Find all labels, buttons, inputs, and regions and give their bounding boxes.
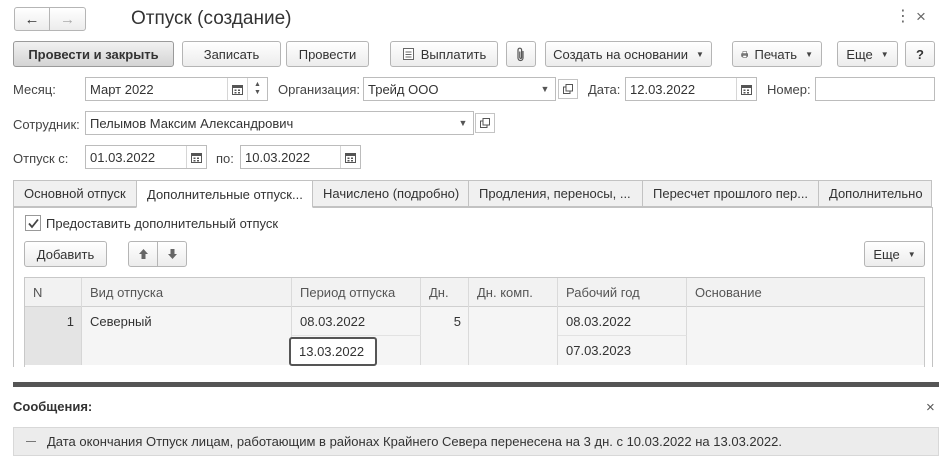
column-header-vacation-type[interactable]: Вид отпуска: [82, 278, 292, 307]
close-messages-icon[interactable]: ×: [926, 400, 935, 415]
organization-label: Организация:: [278, 82, 361, 97]
print-button[interactable]: Печать ▼: [732, 41, 822, 67]
employee-label: Сотрудник:: [13, 117, 80, 132]
pay-button[interactable]: Выплатить: [390, 41, 498, 67]
vacation-to-field[interactable]: 10.03.2022: [240, 145, 361, 169]
back-button[interactable]: ←: [14, 7, 50, 31]
comp-days-cell[interactable]: [469, 307, 558, 365]
post-and-close-button[interactable]: Провести и закрыть: [13, 41, 174, 67]
vacation-type-cell-lower: [82, 336, 292, 365]
column-header-comp-days[interactable]: Дн. комп.: [469, 278, 558, 307]
tab-recalculation[interactable]: Пересчет прошлого пер...: [642, 180, 819, 207]
vacation-type-cell[interactable]: Северный: [82, 307, 292, 336]
vacation-to-value: 10.03.2022: [245, 149, 311, 165]
dropdown-arrow-icon: ▼: [907, 249, 916, 259]
vacation-to-label: по:: [216, 151, 234, 166]
organization-value: Трейд ООО: [368, 81, 439, 97]
column-header-work-year[interactable]: Рабочий год: [558, 278, 687, 307]
post-button[interactable]: Провести: [286, 41, 369, 67]
arrow-down-icon: [167, 249, 177, 259]
basis-cell[interactable]: [687, 307, 924, 365]
spin-up-icon[interactable]: ▲: [254, 81, 261, 89]
chevron-down-icon[interactable]: ▼: [535, 78, 555, 100]
date-field[interactable]: 12.03.2022: [625, 77, 757, 101]
vacation-from-value: 01.03.2022: [90, 149, 156, 165]
tab-accrued-detailed[interactable]: Начислено (подробно): [312, 180, 469, 207]
tab-extensions-transfers[interactable]: Продления, переносы, ...: [468, 180, 643, 207]
add-row-button[interactable]: Добавить: [24, 241, 107, 267]
messages-title: Сообщения:: [13, 399, 93, 414]
days-cell-border: [421, 307, 469, 365]
window-menu-icon[interactable]: ⋮: [895, 9, 911, 25]
paperclip-icon: [517, 47, 524, 61]
tab-main-vacation[interactable]: Основной отпуск: [13, 180, 137, 207]
open-link-icon: [563, 84, 573, 94]
document-icon: [402, 48, 414, 60]
message-text: Дата окончания Отпуск лицам, работающим …: [47, 434, 782, 449]
arrow-right-icon: →: [60, 10, 75, 28]
calendar-icon[interactable]: [736, 78, 756, 100]
attach-button[interactable]: [506, 41, 536, 67]
table-row[interactable]: 1 Северный 08.03.2022 13.03.2022 5 08.03…: [25, 307, 924, 366]
arrow-up-icon: [138, 249, 148, 259]
message-collapse-icon: [26, 441, 36, 442]
calendar-icon[interactable]: [186, 146, 206, 168]
date-label: Дата:: [588, 82, 621, 97]
row-number: 1: [66, 314, 74, 329]
tab-additional[interactable]: Дополнительно: [818, 180, 932, 207]
spin-down-icon[interactable]: ▼: [254, 89, 261, 97]
create-based-on-button[interactable]: Создать на основании ▼: [545, 41, 712, 67]
column-header-days[interactable]: Дн.: [421, 278, 469, 307]
table-more-button[interactable]: Еще ▼: [864, 241, 925, 267]
dropdown-arrow-icon: ▼: [880, 49, 889, 59]
month-value: Март 2022: [90, 81, 154, 97]
period-end-cell[interactable]: 13.03.2022: [289, 337, 377, 366]
page-title: Отпуск (создание): [131, 8, 292, 29]
calendar-icon[interactable]: [227, 78, 247, 100]
chevron-down-icon[interactable]: ▼: [453, 112, 473, 134]
work-year-start-cell[interactable]: 08.03.2022: [558, 307, 687, 336]
period-start-cell[interactable]: 08.03.2022: [292, 307, 421, 336]
tab-additional-vacations[interactable]: Дополнительные отпуск...: [136, 180, 313, 208]
month-label: Месяц:: [13, 82, 56, 97]
employee-field[interactable]: Пелымов Максим Александрович ▼: [85, 111, 474, 135]
dropdown-arrow-icon: ▼: [805, 49, 813, 59]
date-value: 12.03.2022: [630, 81, 696, 97]
more-actions-button[interactable]: Еще ▼: [837, 41, 898, 67]
calendar-icon[interactable]: [340, 146, 360, 168]
move-up-button[interactable]: [128, 241, 158, 267]
column-header-vacation-period[interactable]: Период отпуска: [292, 278, 421, 307]
number-field[interactable]: [815, 77, 935, 101]
save-button[interactable]: Записать: [182, 41, 281, 67]
organization-field[interactable]: Трейд ООО ▼: [363, 77, 556, 101]
employee-value: Пелымов Максим Александрович: [90, 115, 294, 131]
vacation-from-label: Отпуск с:: [13, 151, 69, 166]
move-down-button[interactable]: [157, 241, 187, 267]
table-header: N Вид отпуска Период отпуска Дн. Дн. ком…: [25, 278, 924, 307]
provide-additional-label: Предоставить дополнительный отпуск: [46, 216, 279, 231]
open-link-icon: [480, 118, 490, 128]
month-field[interactable]: Март 2022 ▲ ▼: [85, 77, 268, 101]
provide-additional-checkbox[interactable]: [25, 215, 41, 231]
messages-splitter[interactable]: [13, 382, 939, 387]
open-organization-button[interactable]: [558, 79, 578, 99]
help-button[interactable]: ?: [905, 41, 935, 67]
close-icon[interactable]: ×: [916, 8, 926, 25]
column-header-basis[interactable]: Основание: [687, 278, 924, 307]
vacation-from-field[interactable]: 01.03.2022: [85, 145, 207, 169]
number-label: Номер:: [767, 82, 811, 97]
vacations-table: N Вид отпуска Период отпуска Дн. Дн. ком…: [24, 277, 925, 367]
open-employee-button[interactable]: [475, 113, 495, 133]
column-header-n[interactable]: N: [25, 278, 82, 307]
message-item[interactable]: Дата окончания Отпуск лицам, работающим …: [13, 427, 939, 456]
forward-button[interactable]: →: [49, 7, 86, 31]
arrow-left-icon: ←: [24, 10, 40, 28]
month-spin-control[interactable]: ▲ ▼: [247, 78, 267, 100]
checkmark-icon: [27, 218, 39, 228]
printer-icon: [741, 50, 749, 58]
dropdown-arrow-icon: ▼: [695, 49, 704, 59]
work-year-end-cell[interactable]: 07.03.2023: [558, 336, 687, 365]
